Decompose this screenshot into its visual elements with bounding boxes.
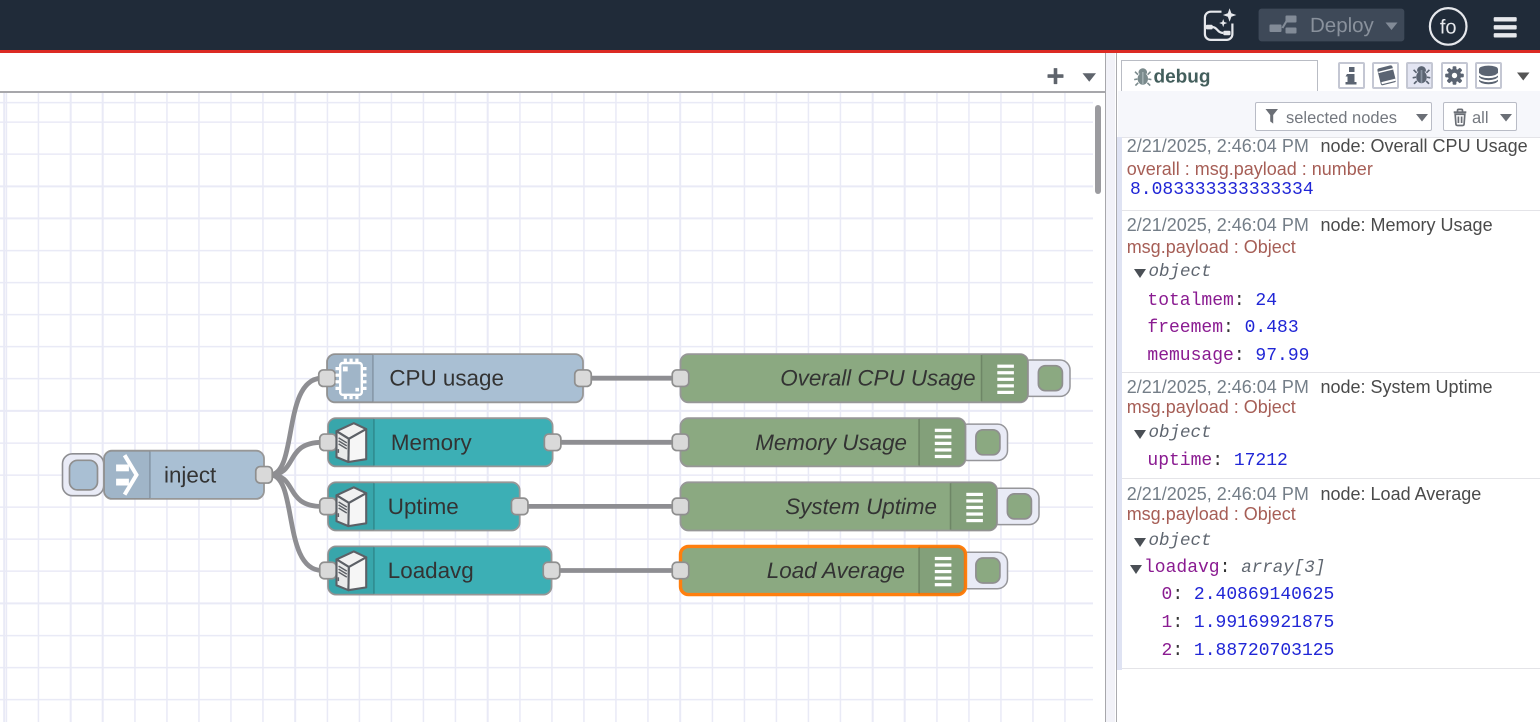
svg-text:CPU usage: CPU usage [389,366,504,391]
svg-text:Overall CPU Usage: Overall CPU Usage [780,366,975,391]
svg-text:Load Average: Load Average [767,558,905,583]
svg-text:Memory Usage: Memory Usage [755,430,907,455]
svg-text:debug: debug [1154,67,1211,88]
svg-text:inject: inject [164,462,217,487]
svg-text:selected nodes: selected nodes [1286,109,1397,127]
svg-text:fo: fo [1440,17,1457,39]
svg-text:Deploy: Deploy [1310,14,1375,37]
svg-text:all: all [1472,109,1489,127]
svg-text:System Uptime: System Uptime [785,494,937,519]
svg-text:Uptime: Uptime [388,494,459,519]
svg-text:Memory: Memory [391,430,473,455]
svg-text:Loadavg: Loadavg [388,558,474,583]
